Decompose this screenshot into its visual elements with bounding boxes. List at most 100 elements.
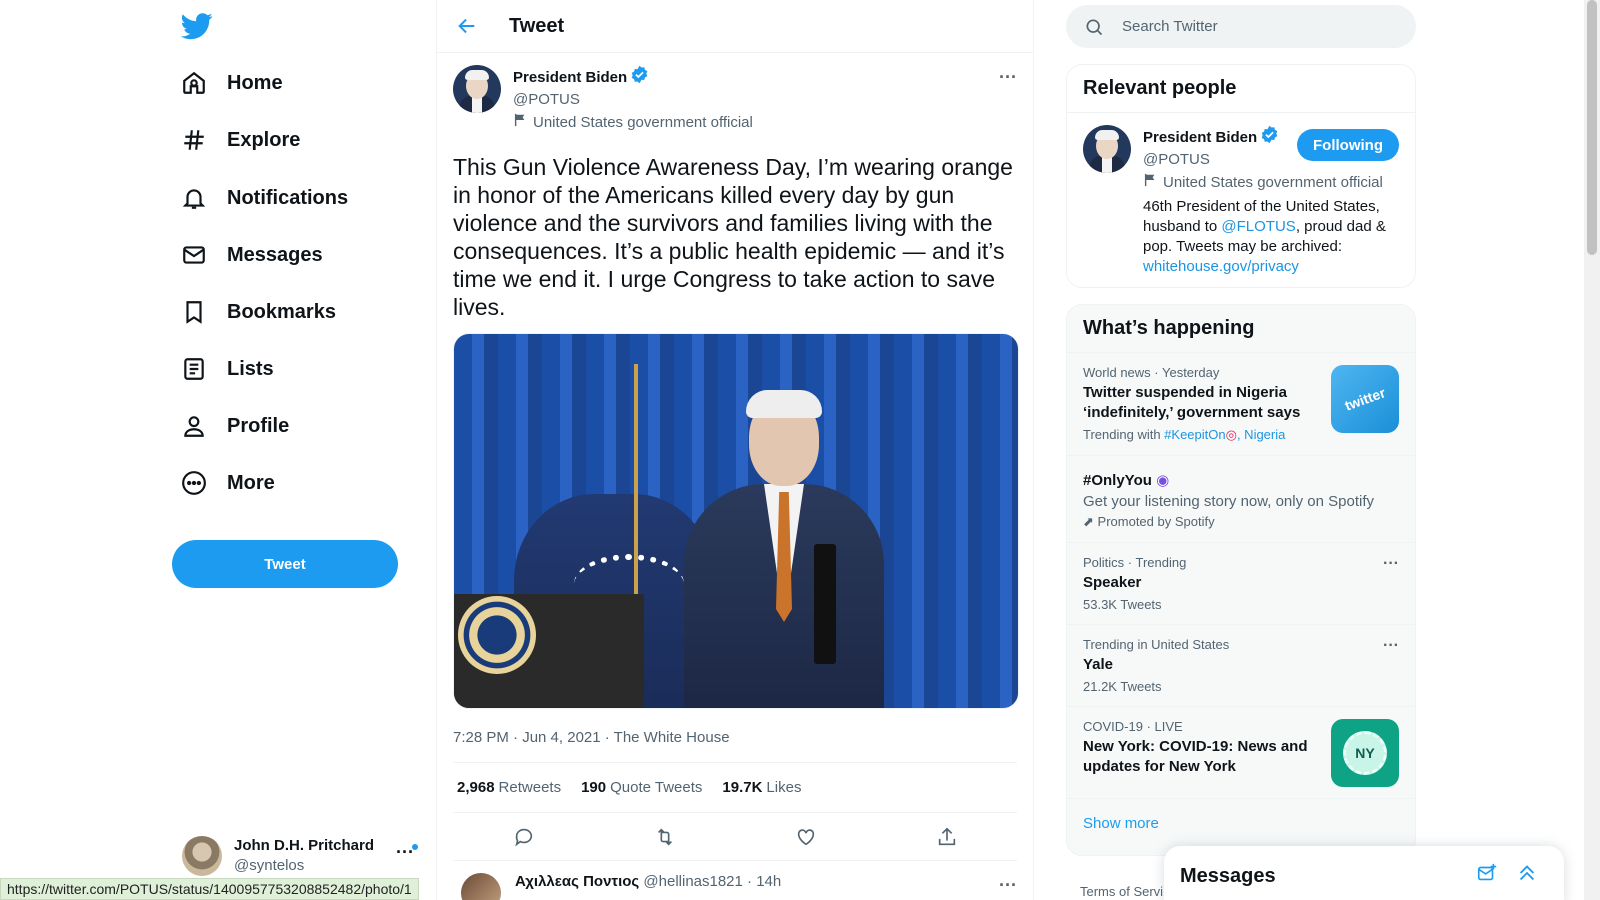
nav-profile[interactable]: Profile <box>181 406 289 446</box>
show-more-link[interactable]: Show more <box>1067 798 1415 848</box>
author-name[interactable]: President Biden <box>513 65 753 90</box>
twitter-logo-icon[interactable] <box>180 10 213 42</box>
status-bar-url: https://twitter.com/POTUS/status/1400957… <box>0 878 419 900</box>
likes-label: Likes <box>766 779 802 796</box>
emoji-icon: ◎ <box>1225 427 1237 442</box>
retweets-label: Retweets <box>498 779 562 796</box>
nav-explore[interactable]: Explore <box>181 120 300 160</box>
keepiton-hashtag-link[interactable]: #KeepitOn <box>1164 427 1225 442</box>
promoted-trend-item[interactable]: #OnlyYou ◉ Get your listening story now,… <box>1067 455 1415 542</box>
relevant-bio: 46th President of the United States, hus… <box>1143 197 1393 277</box>
flotus-mention-link[interactable]: @FLOTUS <box>1221 218 1295 235</box>
messages-drawer-title: Messages <box>1180 864 1276 887</box>
author-name-text[interactable]: President Biden <box>513 68 627 88</box>
privacy-link[interactable]: whitehouse.gov/privacy <box>1143 258 1299 275</box>
tweet-more-icon[interactable]: ··· <box>999 67 1017 88</box>
account-name: John D.H. Pritchard <box>234 837 375 854</box>
nav-notifications[interactable]: Notifications <box>181 178 348 218</box>
page-header: Tweet <box>437 0 1033 53</box>
trend-more-icon[interactable]: ··· <box>1383 555 1399 573</box>
retweets-stat[interactable]: 2,968 Retweets <box>457 779 561 796</box>
scrollbar-thumb[interactable] <box>1587 0 1597 255</box>
tweet-source[interactable]: The White House <box>614 729 730 746</box>
compose-tweet-button[interactable]: Tweet <box>172 540 398 588</box>
ny-badge: NY <box>1343 731 1387 775</box>
likes-stat[interactable]: 19.7K Likes <box>722 779 801 796</box>
tweet-actions <box>453 813 1017 861</box>
promoted-icon: ⬈ <box>1083 514 1094 529</box>
onlyyou-emoji-icon: ◉ <box>1156 472 1170 489</box>
left-navigation: Home Explore Notifications Messages Book… <box>0 0 436 900</box>
reply-icon[interactable] <box>512 825 536 849</box>
promoted-title-text: #OnlyYou <box>1083 472 1152 489</box>
reply-author-name[interactable]: Αχιλλεας Ποντιος <box>515 873 639 890</box>
nav-bookmarks[interactable]: Bookmarks <box>181 292 336 332</box>
nav-more[interactable]: More <box>181 463 275 503</box>
account-switcher[interactable]: John D.H. Pritchard @syntelos ··· <box>182 834 422 878</box>
back-arrow-icon[interactable] <box>447 6 487 46</box>
account-handle: @syntelos <box>234 857 305 874</box>
quote-tweets-stat[interactable]: 190 Quote Tweets <box>581 779 702 796</box>
trend-count: 21.2K Tweets <box>1083 679 1162 694</box>
trend-item[interactable]: Politics · Trending Speaker 53.3K Tweets… <box>1067 542 1415 624</box>
trend-item[interactable]: COVID-19 · LIVE New York: COVID-19: News… <box>1067 706 1415 798</box>
search-icon <box>1084 17 1104 37</box>
messages-drawer[interactable]: Messages <box>1164 846 1564 900</box>
page-scrollbar[interactable] <box>1584 0 1600 900</box>
author-avatar[interactable] <box>453 65 501 113</box>
reply-tweet[interactable]: Αχιλλεας Ποντιος @hellinas1821 · 14h ··· <box>437 861 1033 900</box>
tweet-text: This Gun Violence Awareness Day, I’m wea… <box>453 154 1013 320</box>
following-button[interactable]: Following <box>1297 129 1399 161</box>
new-message-icon[interactable] <box>1476 862 1498 889</box>
like-heart-icon[interactable] <box>794 825 818 849</box>
home-icon <box>181 70 207 96</box>
relevant-avatar[interactable] <box>1083 125 1131 173</box>
trend-more-icon[interactable]: ··· <box>1383 637 1399 655</box>
nav-home-label: Home <box>227 71 283 94</box>
tweet-photo[interactable] <box>453 333 1019 709</box>
reply-author-handle[interactable]: @hellinas1821 <box>643 873 742 890</box>
primary-column: Tweet President Biden @POTUS United Stat… <box>436 0 1034 900</box>
government-label: United States government official <box>513 113 753 133</box>
more-circle-icon <box>181 470 207 496</box>
list-icon <box>181 356 207 382</box>
trend-item[interactable]: Trending in United States Yale 21.2K Twe… <box>1067 624 1415 706</box>
relevant-people-title: Relevant people <box>1067 65 1415 113</box>
person-icon <box>181 413 207 439</box>
hashtag-icon <box>181 127 207 153</box>
tweet-time[interactable]: 7:28 PM · Jun 4, 2021 · <box>453 729 614 746</box>
relevant-name-text[interactable]: President Biden <box>1143 128 1257 148</box>
trending-with-label: Trending with <box>1083 427 1165 442</box>
promoted-title: #OnlyYou ◉ <box>1083 471 1399 491</box>
verified-badge-icon <box>630 65 649 90</box>
author-handle[interactable]: @POTUS <box>513 90 753 110</box>
whats-happening-title: What’s happening <box>1083 317 1255 339</box>
nav-more-label: More <box>227 471 275 494</box>
nav-explore-label: Explore <box>227 128 301 151</box>
avatar <box>182 836 222 876</box>
share-icon[interactable] <box>935 825 959 849</box>
trend-item[interactable]: World news · Yesterday Twitter suspended… <box>1067 352 1415 455</box>
government-label-text: United States government official <box>533 114 753 131</box>
nigeria-link[interactable]: , Nigeria <box>1237 427 1285 442</box>
nav-lists[interactable]: Lists <box>181 349 274 389</box>
retweets-count: 2,968 <box>457 779 495 796</box>
terms-link[interactable]: Terms of Servi <box>1080 884 1163 899</box>
nav-home[interactable]: Home <box>181 63 283 103</box>
double-chevron-up-icon[interactable] <box>1516 862 1538 889</box>
retweet-icon[interactable] <box>653 825 677 849</box>
promoted-by: ⬈ Promoted by Spotify <box>1083 514 1399 530</box>
trending-with: Trending with #KeepitOn◎, Nigeria <box>1083 427 1315 443</box>
nav-messages[interactable]: Messages <box>181 235 323 275</box>
focused-tweet: President Biden @POTUS United States gov… <box>437 53 1033 861</box>
promoted-by-text: Promoted by Spotify <box>1097 514 1215 529</box>
reply-more-icon[interactable]: ··· <box>999 875 1017 896</box>
search-input[interactable] <box>1122 18 1382 35</box>
nav-messages-label: Messages <box>227 243 323 266</box>
bell-icon <box>181 185 207 211</box>
reply-avatar[interactable] <box>461 873 501 900</box>
search-bar[interactable] <box>1066 5 1416 48</box>
reply-time[interactable]: · 14h <box>747 873 781 890</box>
relevant-government-label: United States government official <box>1143 173 1393 193</box>
trend-title: Speaker <box>1083 574 1142 591</box>
